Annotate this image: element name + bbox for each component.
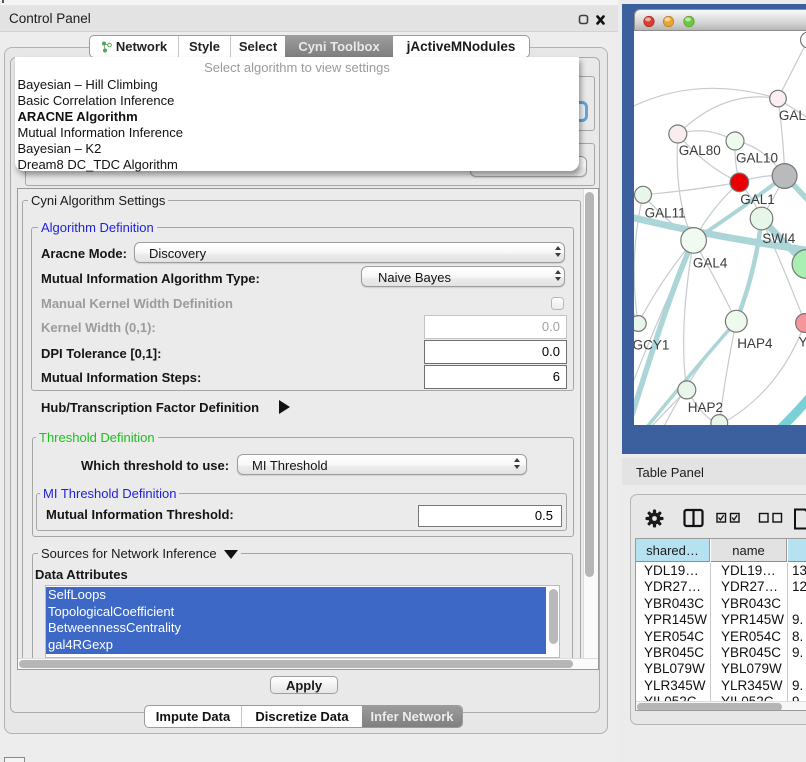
svg-text:HAP4: HAP4 bbox=[737, 336, 773, 351]
svg-text:SWI4: SWI4 bbox=[762, 231, 795, 246]
svg-text:GCY1: GCY1 bbox=[634, 338, 669, 353]
svg-text:HAP2: HAP2 bbox=[688, 400, 723, 415]
svg-text:GAL4: GAL4 bbox=[693, 256, 728, 271]
svg-text:GAL1: GAL1 bbox=[740, 192, 775, 207]
svg-text:GAL10: GAL10 bbox=[736, 150, 778, 165]
svg-text:GAL11: GAL11 bbox=[645, 206, 686, 221]
svg-text:GAL80: GAL80 bbox=[679, 143, 721, 158]
svg-text:GAL2: GAL2 bbox=[779, 108, 806, 123]
svg-text:Y: Y bbox=[799, 335, 806, 350]
